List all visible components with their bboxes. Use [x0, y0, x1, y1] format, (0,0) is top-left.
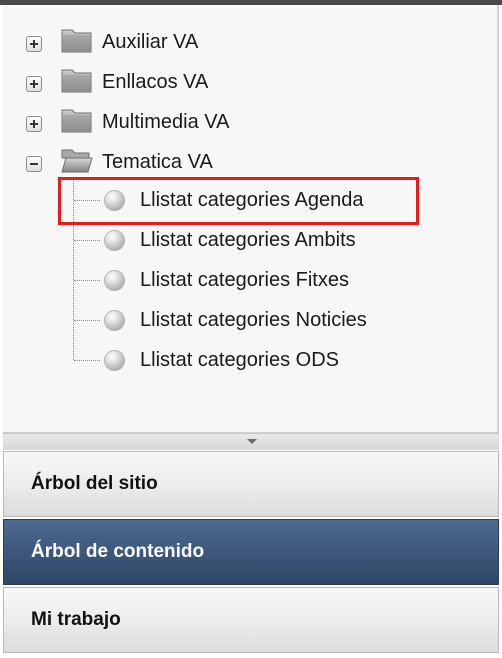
tree-connector-line	[74, 320, 100, 321]
expand-toggle-multimedia[interactable]	[26, 116, 42, 132]
tree-connector-line	[73, 177, 74, 360]
folder-label[interactable]: Tematica VA	[102, 150, 213, 174]
tab-label: Árbol del sitio	[31, 473, 158, 494]
panel-splitter[interactable]	[3, 433, 499, 450]
folder-closed-icon	[61, 109, 92, 133]
folder-label[interactable]: Multimedia VA	[102, 110, 229, 134]
folder-open-icon	[61, 149, 93, 173]
document-node-icon	[104, 190, 125, 211]
minus-icon	[30, 163, 38, 165]
tree-item-fitxes[interactable]: Llistat categories Fitxes	[140, 268, 349, 292]
tab-label: Árbol de contenido	[31, 541, 205, 562]
collapse-arrow-icon[interactable]	[247, 439, 257, 444]
tree-item-agenda[interactable]: Llistat categories Agenda	[140, 188, 364, 212]
folder-label[interactable]: Auxiliar VA	[102, 30, 198, 54]
content-tree-panel: Auxiliar VA Enllacos VA Multimedia VA Te…	[3, 5, 499, 433]
tree-item-noticies[interactable]: Llistat categories Noticies	[140, 308, 367, 332]
expand-toggle-enllacos[interactable]	[26, 76, 42, 92]
expand-toggle-auxiliar[interactable]	[26, 36, 42, 52]
folder-closed-icon	[61, 69, 92, 93]
tab-label: Mi trabajo	[31, 609, 121, 630]
collapse-toggle-tematica[interactable]	[26, 156, 42, 172]
tree-item-ods[interactable]: Llistat categories ODS	[140, 348, 339, 372]
plus-icon-vertical	[33, 120, 35, 128]
tree-connector-line	[74, 200, 100, 201]
tab-content-tree[interactable]: Árbol de contenido	[3, 519, 499, 585]
folder-label[interactable]: Enllacos VA	[102, 70, 208, 94]
folder-closed-icon	[61, 29, 92, 53]
tab-site-tree[interactable]: Árbol del sitio	[3, 451, 499, 517]
plus-icon-vertical	[33, 80, 35, 88]
tree-item-ambits[interactable]: Llistat categories Ambits	[140, 228, 356, 252]
tab-my-work[interactable]: Mi trabajo	[3, 587, 499, 653]
document-node-icon	[104, 350, 125, 371]
document-node-icon	[104, 270, 125, 291]
plus-icon-vertical	[33, 40, 35, 48]
tree-connector-line	[74, 280, 100, 281]
document-node-icon	[104, 230, 125, 251]
document-node-icon	[104, 310, 125, 331]
tree-connector-line	[74, 240, 100, 241]
tree-connector-line	[74, 360, 100, 361]
